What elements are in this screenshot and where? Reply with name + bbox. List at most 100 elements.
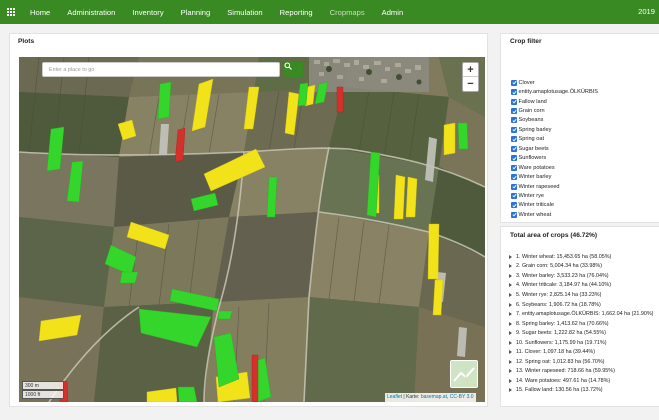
- checkbox-checked-icon[interactable]: [511, 108, 517, 115]
- crop-filter-label: Winter rye: [518, 192, 545, 199]
- area-list-item[interactable]: 13. Winter rapeseed: 718.66 ha (59.95%): [509, 367, 653, 377]
- area-list-item[interactable]: 1. Winter wheat: 15,453.65 ha (58.05%): [509, 252, 653, 262]
- crop-filter-item[interactable]: Winter rye: [511, 191, 598, 200]
- caret-right-icon: [509, 350, 512, 355]
- nav-item-administration[interactable]: Administration: [67, 8, 115, 17]
- crop-filter-item[interactable]: Spring barley: [511, 125, 598, 134]
- crop-filter-item[interactable]: Ware potatoes: [511, 163, 598, 172]
- scale-metric: 300 m: [22, 381, 64, 390]
- crop-filter-item[interactable]: entity.amaplotusage.ÖLKÜRBIS: [511, 87, 598, 96]
- area-list-item[interactable]: 9. Sugar beets: 1,222.82 ha (54.55%): [509, 328, 653, 338]
- year-selector[interactable]: 2019: [638, 7, 655, 16]
- checkbox-checked-icon[interactable]: [511, 211, 517, 218]
- caret-right-icon: [509, 254, 512, 259]
- leaflet-link[interactable]: Leaflet: [387, 394, 402, 400]
- checkbox-checked-icon[interactable]: [511, 192, 517, 199]
- checkbox-checked-icon[interactable]: [511, 126, 517, 133]
- checkbox-checked-icon[interactable]: [511, 79, 517, 86]
- search-button[interactable]: [284, 62, 303, 77]
- zoom-in-button[interactable]: +: [463, 63, 478, 77]
- crop-filter-item[interactable]: Winter barley: [511, 172, 598, 181]
- caret-right-icon: [509, 331, 512, 336]
- nav-item-home[interactable]: Home: [30, 8, 50, 17]
- area-item-label: 12. Spring oat: 1,012.83 ha (56.70%): [516, 358, 605, 365]
- crop-filter-label: Fallow land: [518, 98, 547, 105]
- crop-filter-item[interactable]: Fallow land: [511, 97, 598, 106]
- search-input[interactable]: Enter a place to go: [42, 62, 280, 77]
- area-item-label: 2. Grain corn: 5,004.34 ha (33.98%): [516, 263, 603, 270]
- crop-filter-item[interactable]: Winter wheat: [511, 210, 598, 219]
- caret-right-icon: [509, 359, 512, 364]
- caret-right-icon: [509, 264, 512, 269]
- area-list-item[interactable]: 14. Ware potatoes: 497.61 ha (14.78%): [509, 376, 653, 386]
- crop-filter-item[interactable]: Sunflowers: [511, 154, 598, 163]
- crop-filter-item[interactable]: Spring oat: [511, 135, 598, 144]
- area-list-item[interactable]: 15. Fallow land: 130.56 ha (13.72%): [509, 386, 653, 396]
- nav-item-cropmaps[interactable]: Cropmaps: [330, 8, 365, 17]
- checkbox-checked-icon[interactable]: [511, 117, 517, 124]
- license-link[interactable]: CC-BY 3.0: [450, 394, 474, 400]
- area-list-item[interactable]: 11. Clover: 1,097.18 ha (39.44%): [509, 347, 653, 357]
- crop-filter-label: Spring oat: [518, 136, 545, 143]
- crop-filter-label: Winter rapeseed: [518, 183, 560, 190]
- checkbox-checked-icon[interactable]: [511, 145, 517, 152]
- crop-filter-label: Winter barley: [518, 174, 552, 181]
- caret-right-icon: [509, 340, 512, 345]
- checkbox-checked-icon[interactable]: [511, 183, 517, 190]
- area-item-label: 15. Fallow land: 130.56 ha (13.72%): [516, 387, 603, 394]
- search-icon: [284, 62, 292, 70]
- crop-filter-label: Grain corn: [518, 108, 545, 115]
- checkbox-checked-icon[interactable]: [511, 174, 517, 181]
- area-list-item[interactable]: 6. Soybeans: 1,906.72 ha (18.78%): [509, 300, 653, 310]
- nav-item-simulation[interactable]: Simulation: [227, 8, 262, 17]
- menu-grid-icon[interactable]: [0, 0, 22, 24]
- crop-filter-label: Winter wheat: [518, 211, 552, 218]
- checkbox-checked-icon[interactable]: [511, 98, 517, 105]
- checkbox-checked-icon[interactable]: [511, 202, 517, 209]
- minimap-toggle[interactable]: [450, 360, 478, 388]
- crop-filter-item[interactable]: Clover: [511, 78, 598, 87]
- total-area-title: Total area of crops (46.72%): [510, 232, 598, 239]
- checkbox-checked-icon[interactable]: [511, 155, 517, 162]
- area-item-label: 1. Winter wheat: 15,453.65 ha (58.05%): [516, 253, 612, 260]
- area-list-item[interactable]: 7. entity.amaplotusage.ÖLKÜRBIS: 1,662.0…: [509, 309, 653, 319]
- area-list-item[interactable]: 5. Winter rye: 2,825.14 ha (33.23%): [509, 290, 653, 300]
- crop-filter-item[interactable]: Winter rapeseed: [511, 182, 598, 191]
- zoom-out-button[interactable]: −: [463, 77, 478, 91]
- satellite-imagery: [19, 57, 485, 402]
- checkbox-checked-icon[interactable]: [511, 89, 517, 96]
- crop-filter-label: Winter triticale: [518, 202, 554, 209]
- nav-item-admin[interactable]: Admin: [382, 8, 404, 17]
- nav-item-inventory[interactable]: Inventory: [132, 8, 163, 17]
- checkbox-checked-icon[interactable]: [511, 136, 517, 143]
- checkbox-checked-icon[interactable]: [511, 164, 517, 171]
- crop-filter-label: Clover: [518, 79, 535, 86]
- crop-filter-item[interactable]: Winter triticale: [511, 201, 598, 210]
- area-list-item[interactable]: 10. Sunflowers: 1,175.99 ha (19.71%): [509, 338, 653, 348]
- area-list-item[interactable]: 4. Winter triticale: 3,184.97 ha (44.10%…: [509, 281, 653, 291]
- area-list-item[interactable]: 12. Spring oat: 1,012.83 ha (56.70%): [509, 357, 653, 367]
- caret-right-icon: [509, 302, 512, 307]
- nav-item-reporting[interactable]: Reporting: [280, 8, 313, 17]
- crop-filter-title: Crop filter: [510, 38, 542, 45]
- crop-filter-item[interactable]: Soybeans: [511, 116, 598, 125]
- area-item-label: 8. Spring barley: 1,413.62 ha (70.66%): [516, 320, 609, 327]
- area-item-label: 5. Winter rye: 2,825.14 ha (33.23%): [516, 291, 602, 298]
- top-navbar: Home Administration Inventory Planning Simul…: [0, 0, 659, 24]
- caret-right-icon: [509, 273, 512, 278]
- crop-filter-item[interactable]: Grain corn: [511, 106, 598, 115]
- crop-filter-item[interactable]: Sugar beets: [511, 144, 598, 153]
- area-list-item[interactable]: 2. Grain corn: 5,004.34 ha (33.98%): [509, 262, 653, 272]
- crop-filter-label: entity.amaplotusage.ÖLKÜRBIS: [518, 89, 599, 96]
- area-item-label: 6. Soybeans: 1,906.72 ha (18.78%): [516, 301, 601, 308]
- basemap-link[interactable]: basemap.at: [421, 394, 447, 400]
- map-view[interactable]: Enter a place to go + − 300 m 1000 ft Le…: [19, 57, 485, 402]
- area-list-item[interactable]: 3. Winter barley: 3,533.23 ha (76.04%): [509, 271, 653, 281]
- zoom-control: + −: [462, 62, 479, 92]
- caret-right-icon: [509, 292, 512, 297]
- map-attribution: Leaflet | Karte: basemap.at, CC-BY 3.0: [385, 393, 476, 402]
- caret-right-icon: [509, 378, 512, 383]
- area-list-item[interactable]: 8. Spring barley: 1,413.62 ha (70.66%): [509, 319, 653, 329]
- map-layer-icon: [451, 361, 477, 387]
- nav-item-planning[interactable]: Planning: [181, 8, 211, 17]
